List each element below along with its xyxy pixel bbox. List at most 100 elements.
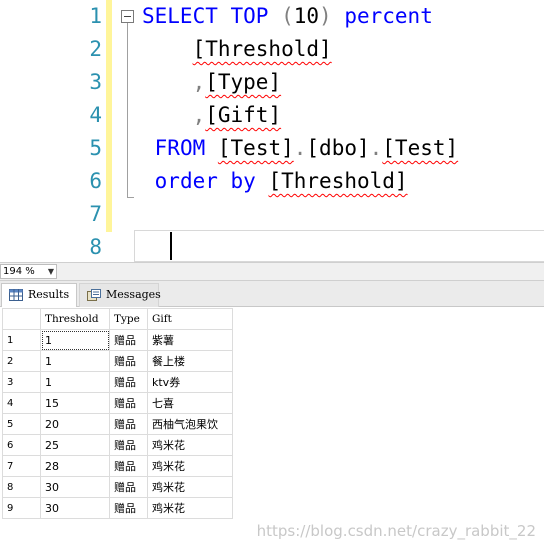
cell-type[interactable]: 赠品 [109, 350, 148, 372]
grid-header-row: Threshold Type Gift [2, 308, 233, 330]
code-token: [Test] [382, 136, 459, 160]
line-number: 3 [89, 70, 102, 94]
code-token: [Threshold] [192, 37, 332, 61]
cell-type[interactable]: 赠品 [109, 329, 148, 351]
line-number-gutter: 1 2 3 4 5 6 7 8 [31, 0, 106, 262]
cell-gift[interactable]: 西柚气泡果饮 [147, 413, 233, 435]
cell-type[interactable]: 赠品 [109, 434, 148, 456]
cell-gift[interactable]: 鸡米花 [147, 476, 233, 498]
line-number: 1 [89, 4, 102, 28]
cell-threshold[interactable]: 1 [40, 350, 110, 372]
code-line[interactable] [142, 231, 458, 262]
cell-type[interactable]: 赠品 [109, 413, 148, 435]
cell-type[interactable]: 赠品 [109, 497, 148, 519]
code-token: order [154, 169, 218, 193]
zoom-dropdown[interactable]: 194 % ▼ [0, 264, 57, 279]
table-row[interactable]: 8 30 赠品 鸡米花 [2, 476, 233, 498]
code-line[interactable]: ,[Type] [142, 66, 458, 99]
cell-threshold[interactable]: 30 [40, 476, 110, 498]
table-row[interactable]: 4 15 赠品 七喜 [2, 392, 233, 414]
cell-type[interactable]: 赠品 [109, 476, 148, 498]
row-number[interactable]: 3 [2, 371, 41, 393]
code-token: . [369, 136, 383, 160]
code-token: [Gift] [205, 103, 282, 127]
grid-corner[interactable] [2, 308, 41, 330]
row-number[interactable]: 2 [2, 350, 41, 372]
table-row[interactable]: 5 20 赠品 西柚气泡果饮 [2, 413, 233, 435]
table-row[interactable]: 6 25 赠品 鸡米花 [2, 434, 233, 456]
query-editor[interactable]: 1 2 3 4 5 6 7 8 SELECT TOP (10) percent … [0, 0, 544, 262]
cell-gift[interactable]: ktv券 [147, 371, 233, 393]
code-line[interactable]: order by [Threshold] [142, 165, 458, 198]
cell-threshold[interactable]: 20 [40, 413, 110, 435]
table-row[interactable]: 7 28 赠品 鸡米花 [2, 455, 233, 477]
cell-gift[interactable]: 鸡米花 [147, 497, 233, 519]
sql-code[interactable]: SELECT TOP (10) percent [Threshold] ,[Ty… [142, 0, 458, 262]
line-number: 6 [89, 169, 102, 193]
zoom-value: 194 % [3, 266, 35, 277]
cell-threshold[interactable]: 25 [40, 434, 110, 456]
cell-gift[interactable]: 紫薯 [147, 329, 233, 351]
column-header-threshold[interactable]: Threshold [40, 308, 110, 330]
cell-threshold[interactable]: 1 [40, 371, 110, 393]
cell-type[interactable]: 赠品 [109, 392, 148, 414]
cell-gift[interactable]: 餐上楼 [147, 350, 233, 372]
cell-gift[interactable]: 七喜 [147, 392, 233, 414]
table-row[interactable]: 1 1 赠品 紫薯 [2, 329, 233, 351]
row-number[interactable]: 1 [2, 329, 41, 351]
code-line[interactable]: FROM [Test].[dbo].[Test] [142, 132, 458, 165]
cell-threshold[interactable]: 28 [40, 455, 110, 477]
code-line[interactable]: [Threshold] [142, 33, 458, 66]
change-tracking-bar [106, 0, 112, 232]
code-token: ) [319, 4, 345, 28]
code-line[interactable]: ,[Gift] [142, 99, 458, 132]
table-row[interactable]: 2 1 赠品 餐上楼 [2, 350, 233, 372]
column-header-gift[interactable]: Gift [147, 308, 233, 330]
watermark: https://blog.csdn.net/crazy_rabbit_22 [256, 522, 536, 540]
row-number[interactable]: 5 [2, 413, 41, 435]
code-token: [Type] [205, 70, 282, 94]
code-line[interactable] [142, 198, 458, 231]
code-token: [dbo] [306, 136, 370, 160]
horizontal-scrollbar[interactable] [58, 264, 544, 279]
row-number[interactable]: 8 [2, 476, 41, 498]
line-number: 5 [89, 136, 102, 160]
cell-type[interactable]: 赠品 [109, 455, 148, 477]
code-token: . [293, 136, 307, 160]
cell-gift[interactable]: 鸡米花 [147, 455, 233, 477]
code-token: TOP [230, 4, 269, 28]
line-number: 2 [89, 37, 102, 61]
row-number[interactable]: 6 [2, 434, 41, 456]
results-grid[interactable]: Threshold Type Gift 1 1 赠品 紫薯 2 1 赠品 餐上楼 3 1 赠品 ktv… [2, 308, 233, 519]
cell-type[interactable]: 赠品 [109, 371, 148, 393]
results-grid-area[interactable]: Threshold Type Gift 1 1 赠品 紫薯 2 1 赠品 餐上楼 3 1 赠品 ktv… [0, 307, 544, 548]
table-row[interactable]: 3 1 赠品 ktv券 [2, 371, 233, 393]
collapse-icon[interactable] [121, 10, 134, 23]
tab-messages[interactable]: Messages [79, 283, 161, 307]
code-token: percent [344, 4, 433, 28]
cell-threshold[interactable]: 1 [40, 329, 110, 351]
row-number[interactable]: 9 [2, 497, 41, 519]
cell-threshold[interactable]: 15 [40, 392, 110, 414]
code-line[interactable]: SELECT TOP (10) percent [142, 0, 458, 33]
cell-gift[interactable]: 鸡米花 [147, 434, 233, 456]
line-number: 7 [89, 202, 102, 226]
code-token: by [230, 169, 256, 193]
code-token: FROM [154, 136, 206, 160]
row-number[interactable]: 7 [2, 455, 41, 477]
row-number[interactable]: 4 [2, 392, 41, 414]
tab-results[interactable]: Results [1, 283, 77, 307]
column-header-type[interactable]: Type [109, 308, 148, 330]
chevron-down-icon[interactable]: ▼ [48, 265, 54, 278]
code-token: , [192, 70, 206, 94]
cell-threshold[interactable]: 30 [40, 497, 110, 519]
code-token: ( [268, 4, 294, 28]
table-row[interactable]: 9 30 赠品 鸡米花 [2, 497, 233, 519]
